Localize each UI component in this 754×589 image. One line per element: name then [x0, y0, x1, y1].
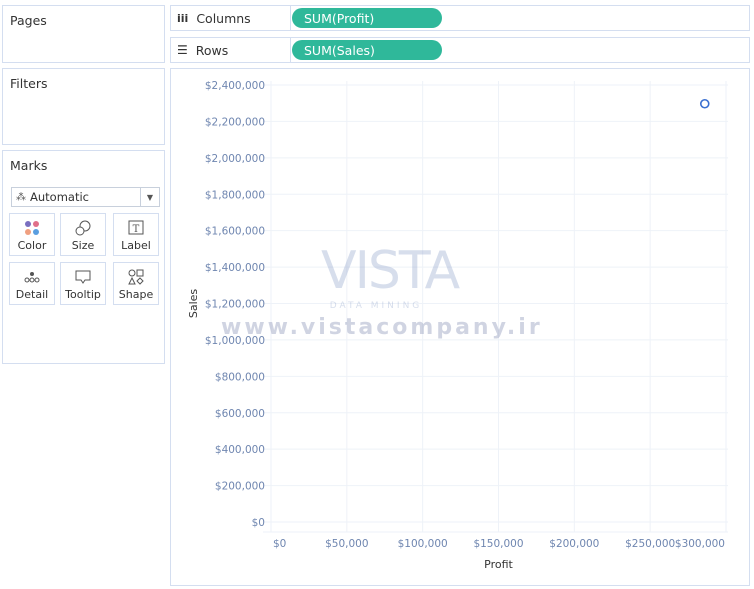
marks-card: Marks ⁂ Automatic ▼ Color Size T Label De…: [2, 150, 165, 364]
y-tick-label: $400,000: [215, 444, 265, 456]
label-button[interactable]: T Label: [113, 213, 159, 256]
x-axis-title: Profit: [484, 558, 513, 571]
shape-label: Shape: [118, 288, 154, 301]
y-tick-label: $600,000: [215, 408, 265, 420]
x-tick-label: $200,000: [549, 538, 599, 550]
size-label: Size: [71, 239, 95, 252]
x-tick-label: $0: [273, 538, 286, 550]
columns-icon: iii: [177, 11, 189, 25]
chevron-down-icon[interactable]: ▼: [140, 188, 159, 206]
tooltip-label: Tooltip: [65, 288, 101, 301]
size-button[interactable]: Size: [60, 213, 106, 256]
color-dots-icon: [10, 217, 54, 239]
y-tick-label: $200,000: [215, 481, 265, 493]
x-tick-label: $250,000: [625, 538, 675, 550]
mark-type-value: Automatic: [30, 190, 89, 204]
y-tick-label: $2,000,000: [205, 153, 265, 165]
y-axis-title: Sales: [187, 289, 200, 319]
pages-card[interactable]: Pages: [2, 5, 165, 63]
columns-shelf[interactable]: iii Columns SUM(Profit): [170, 5, 750, 31]
x-tick-label: $100,000: [398, 538, 448, 550]
x-tick-label: $300,000: [675, 538, 725, 550]
y-tick-label: $1,000,000: [205, 335, 265, 347]
label-label: Label: [121, 239, 151, 252]
columns-label: Columns: [196, 10, 251, 26]
y-tick-label: $1,600,000: [205, 226, 265, 238]
shape-button[interactable]: Shape: [113, 262, 159, 305]
automatic-shape-icon: ⁂: [16, 191, 26, 203]
tooltip-bubble-icon: [61, 266, 105, 288]
size-circles-icon: [61, 217, 105, 239]
filters-title: Filters: [10, 76, 48, 91]
marks-title: Marks: [10, 158, 48, 173]
mark-type-dropdown[interactable]: ⁂ Automatic ▼: [11, 187, 160, 207]
pages-title: Pages: [10, 13, 47, 28]
y-tick-label: $2,200,000: [205, 116, 265, 128]
x-tick-label: $50,000: [325, 538, 368, 550]
y-tick-label: $800,000: [215, 371, 265, 383]
y-tick-label: $1,200,000: [205, 299, 265, 311]
rows-icon: ☰: [177, 43, 188, 57]
color-button[interactable]: Color: [9, 213, 55, 256]
y-tick-label: $1,800,000: [205, 189, 265, 201]
x-tick-label: $150,000: [473, 538, 523, 550]
filters-card[interactable]: Filters: [2, 68, 165, 145]
detail-button[interactable]: Detail: [9, 262, 55, 305]
chart-view[interactable]: $0 $200,000 $400,000 $600,000 $800,000 $1,000…: [170, 68, 750, 586]
y-tick-label: $2,400,000: [205, 80, 265, 92]
sum-sales-pill[interactable]: SUM(Sales): [292, 40, 442, 60]
detail-dots-icon: [10, 266, 54, 288]
rows-shelf[interactable]: ☰ Rows SUM(Sales): [170, 37, 750, 63]
sum-profit-pill[interactable]: SUM(Profit): [292, 8, 442, 28]
detail-label: Detail: [15, 288, 49, 301]
svg-text:T: T: [133, 224, 140, 235]
rows-label: Rows: [195, 42, 229, 58]
label-text-icon: T: [114, 217, 158, 239]
data-point: [699, 98, 710, 109]
tooltip-button[interactable]: Tooltip: [60, 262, 106, 305]
y-tick-label: $1,400,000: [205, 262, 265, 274]
color-label: Color: [17, 239, 47, 252]
scatter-chart: $0 $200,000 $400,000 $600,000 $800,000 $1,000…: [187, 80, 728, 571]
shape-icon: [114, 266, 158, 288]
y-tick-label: $0: [252, 517, 265, 529]
